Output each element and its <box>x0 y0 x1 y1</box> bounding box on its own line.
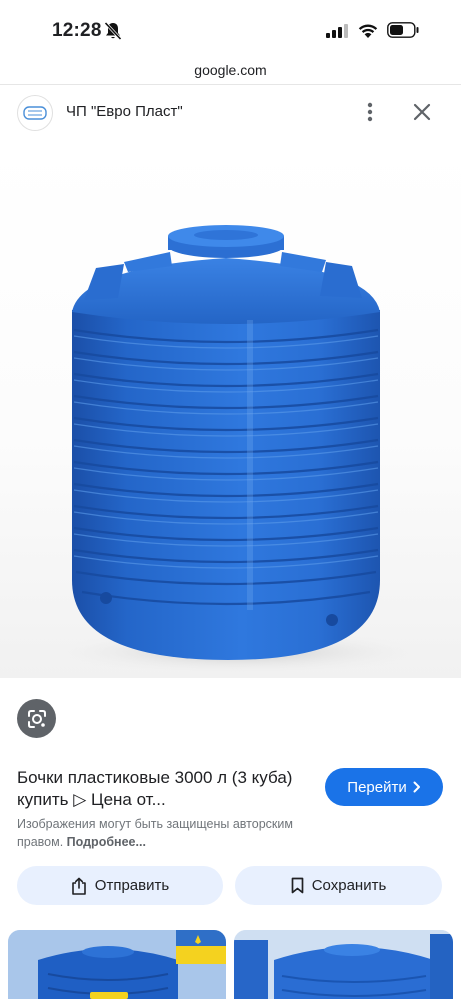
tank-thumbnail-image <box>8 930 226 999</box>
source-name[interactable]: ЧП "Евро Пласт" <box>66 103 183 120</box>
battery-icon <box>387 22 419 38</box>
copyright-notice: Изображения могут быть защищены авторски… <box>17 815 327 851</box>
visit-button[interactable]: Перейти <box>325 768 443 806</box>
related-image-thumbnail[interactable] <box>234 930 453 999</box>
status-bar: 12:28 <box>0 0 461 58</box>
divider <box>0 84 461 85</box>
google-lens-button[interactable] <box>17 699 56 738</box>
lens-icon <box>27 709 46 728</box>
related-image-thumbnail[interactable] <box>8 930 226 999</box>
more-options-button[interactable] <box>358 100 382 124</box>
more-vertical-icon <box>367 102 373 122</box>
domain-label: google.com <box>194 62 267 78</box>
close-icon <box>413 103 431 121</box>
save-button[interactable]: Сохранить <box>235 866 442 905</box>
main-image[interactable] <box>0 140 461 678</box>
tanks-thumbnail-image <box>234 930 453 999</box>
cellular-signal-icon <box>326 24 348 38</box>
share-button-label: Отправить <box>94 877 170 894</box>
close-button[interactable] <box>410 100 434 124</box>
wifi-icon <box>358 24 378 38</box>
result-title[interactable]: Бочки пластиковые 3000 л (3 куба) купить… <box>17 767 307 811</box>
source-logo[interactable] <box>17 95 53 131</box>
address-bar[interactable]: google.com <box>0 58 461 86</box>
source-header: ЧП "Евро Пласт" <box>0 92 461 136</box>
status-time: 12:28 <box>52 20 102 41</box>
chevron-right-icon <box>413 781 420 793</box>
share-icon <box>71 877 86 895</box>
learn-more-link[interactable]: Подробнее... <box>67 835 146 849</box>
visit-button-label: Перейти <box>347 778 407 796</box>
bell-slash-icon <box>104 21 122 41</box>
water-tank-image <box>48 225 428 674</box>
share-button[interactable]: Отправить <box>17 866 223 905</box>
copyright-text: Изображения могут быть защищены авторски… <box>17 817 293 849</box>
bookmark-icon <box>291 877 304 894</box>
save-button-label: Сохранить <box>311 877 387 894</box>
tank-logo-icon <box>23 106 47 120</box>
